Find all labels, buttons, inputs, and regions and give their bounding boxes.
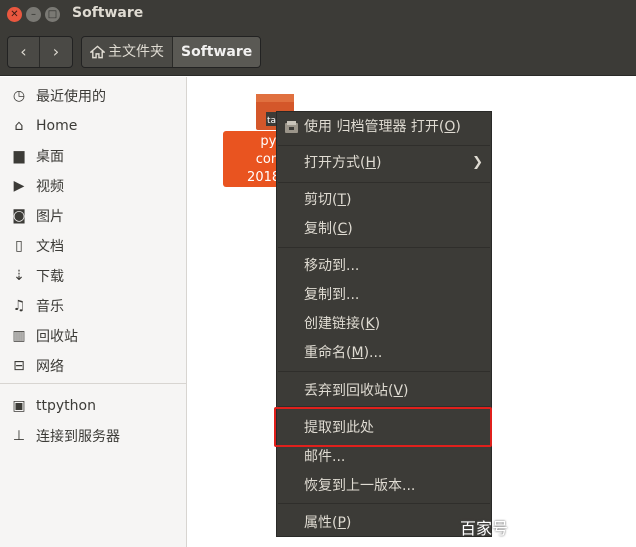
sidebar-item-home[interactable]: ⌂ Home bbox=[0, 111, 186, 141]
sidebar-item-label: ttpython bbox=[36, 398, 96, 414]
archive-manager-icon bbox=[285, 121, 298, 133]
menu-separator bbox=[278, 247, 490, 248]
close-window-button[interactable]: ✕ bbox=[7, 7, 22, 22]
menu-separator bbox=[278, 145, 490, 146]
menu-separator bbox=[278, 182, 490, 183]
minimize-window-button[interactable]: – bbox=[26, 7, 41, 22]
sidebar-item-label: Home bbox=[36, 118, 78, 134]
document-icon: ▯ bbox=[15, 238, 23, 254]
back-button[interactable]: ‹ bbox=[8, 37, 41, 67]
title-bar: ✕ – □ Software bbox=[0, 0, 636, 28]
menu-item-copy[interactable]: 复制(C) bbox=[277, 216, 491, 242]
trash-icon: ▥ bbox=[12, 328, 26, 344]
sidebar-item-documents[interactable]: ▯ 文档 bbox=[0, 231, 186, 261]
nav-buttons: ‹ › bbox=[7, 36, 73, 68]
menu-item-open-with-archive-manager[interactable]: 使用 归档管理器 打开(O) bbox=[277, 114, 491, 140]
folder-icon: ▆ bbox=[13, 148, 25, 164]
download-icon: ⇣ bbox=[13, 268, 25, 284]
toolbar: ‹ › 主文件夹 Software bbox=[0, 28, 636, 76]
menu-item-copy-to[interactable]: 复制到... bbox=[277, 282, 491, 308]
music-icon: ♫ bbox=[12, 298, 26, 314]
menu-item-open-with[interactable]: 打开方式(H) ❯ bbox=[277, 150, 491, 176]
sidebar-item-recent[interactable]: ◷ 最近使用的 bbox=[0, 81, 186, 111]
menu-item-cut[interactable]: 剪切(T) bbox=[277, 187, 491, 213]
sidebar-item-ttpython[interactable]: ▣ ttpython bbox=[0, 391, 186, 421]
drive-icon: ▣ bbox=[12, 398, 26, 414]
breadcrumb-current[interactable]: Software bbox=[172, 37, 261, 67]
sidebar-item-pictures[interactable]: ◙ 图片 bbox=[0, 201, 186, 231]
chevron-right-icon: ❯ bbox=[472, 155, 483, 170]
home-icon bbox=[90, 45, 105, 59]
watermark: 百家号 bbox=[460, 519, 509, 538]
sidebar-item-downloads[interactable]: ⇣ 下载 bbox=[0, 261, 186, 291]
sidebar-item-label: 音乐 bbox=[36, 299, 64, 315]
maximize-window-button[interactable]: □ bbox=[45, 7, 60, 22]
breadcrumb-home[interactable]: 主文件夹 bbox=[82, 37, 172, 67]
sidebar-item-label: 连接到服务器 bbox=[36, 429, 120, 445]
sidebar-divider bbox=[0, 383, 186, 384]
sidebar-item-desktop[interactable]: ▆ 桌面 bbox=[0, 141, 186, 171]
chevron-right-icon: › bbox=[52, 42, 60, 61]
menu-item-restore-previous-version[interactable]: 恢复到上一版本... bbox=[277, 473, 491, 499]
highlight-annotation-box bbox=[274, 407, 492, 447]
menu-item-rename[interactable]: 重命名(M)... bbox=[277, 340, 491, 366]
sidebar-item-network[interactable]: ⊟ 网络 bbox=[0, 351, 186, 381]
menu-item-move-to[interactable]: 移动到... bbox=[277, 253, 491, 279]
chevron-left-icon: ‹ bbox=[20, 42, 27, 61]
menu-item-email[interactable]: 邮件... bbox=[277, 444, 491, 470]
breadcrumb-label: 主文件夹 bbox=[108, 44, 164, 60]
menu-item-properties[interactable]: 属性(P) bbox=[277, 510, 491, 536]
sidebar-item-label: 网络 bbox=[36, 359, 64, 375]
sidebar-item-label: 最近使用的 bbox=[36, 89, 106, 105]
sidebar-item-connect-server[interactable]: ⊥ 连接到服务器 bbox=[0, 421, 186, 451]
server-icon: ⊥ bbox=[12, 428, 26, 444]
sidebar-item-music[interactable]: ♫ 音乐 bbox=[0, 291, 186, 321]
menu-item-move-to-trash[interactable]: 丢弃到回收站(V) bbox=[277, 378, 491, 404]
context-menu: 使用 归档管理器 打开(O) 打开方式(H) ❯ 剪切(T) 复制(C) 移动到… bbox=[276, 111, 492, 537]
sidebar-item-label: 视频 bbox=[36, 179, 64, 195]
sidebar-item-videos[interactable]: ▶ 视频 bbox=[0, 171, 186, 201]
camera-icon: ◙ bbox=[12, 208, 26, 224]
window-title: Software bbox=[72, 5, 144, 21]
sidebar-item-label: 图片 bbox=[36, 209, 64, 225]
breadcrumb: 主文件夹 Software bbox=[81, 36, 262, 68]
sidebar-item-label: 下载 bbox=[36, 269, 64, 285]
network-icon: ⊟ bbox=[13, 358, 25, 374]
sidebar: ◷ 最近使用的 ⌂ Home ▆ 桌面 ▶ 视频 ◙ 图片 ▯ 文档 ⇣ 下载 … bbox=[0, 77, 187, 547]
menu-separator bbox=[278, 503, 490, 504]
video-icon: ▶ bbox=[13, 178, 25, 194]
clock-icon: ◷ bbox=[12, 88, 26, 104]
menu-item-create-link[interactable]: 创建链接(K) bbox=[277, 311, 491, 337]
menu-separator bbox=[278, 371, 490, 372]
home-icon: ⌂ bbox=[14, 118, 24, 134]
sidebar-item-label: 桌面 bbox=[36, 149, 64, 165]
sidebar-item-trash[interactable]: ▥ 回收站 bbox=[0, 321, 186, 351]
sidebar-item-label: 文档 bbox=[36, 239, 64, 255]
breadcrumb-label: Software bbox=[181, 44, 253, 60]
sidebar-item-label: 回收站 bbox=[36, 329, 78, 345]
forward-button[interactable]: › bbox=[40, 37, 72, 67]
